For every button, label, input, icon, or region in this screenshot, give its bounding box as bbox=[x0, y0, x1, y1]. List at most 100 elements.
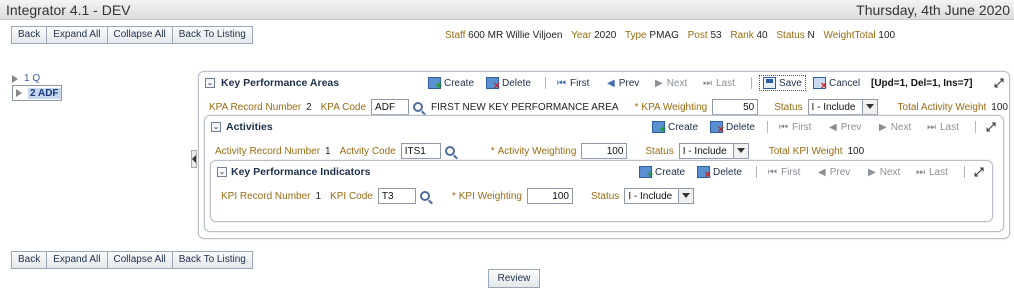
prev-icon: ◀ bbox=[829, 121, 837, 133]
change-counts: [Upd=1, Del=1, Ins=7] bbox=[871, 77, 973, 89]
required-marker: * bbox=[490, 145, 495, 157]
total-activity-weight-label: Total Activity Weight bbox=[897, 101, 987, 113]
search-icon[interactable] bbox=[413, 102, 424, 112]
year-value: 2020 bbox=[594, 30, 617, 41]
activity-field-row: Activity Record Number 1 Actvity Code * … bbox=[215, 143, 864, 159]
activity-last-button[interactable]: ⏭ Last bbox=[927, 120, 959, 134]
splitter-collapse-handle[interactable] bbox=[191, 150, 197, 168]
back-to-listing-button[interactable]: Back To Listing bbox=[172, 26, 253, 44]
kpa-create-button[interactable]: Create bbox=[428, 76, 474, 92]
kpa-code-input[interactable] bbox=[371, 99, 410, 115]
collapse-all-button[interactable]: Collapse All bbox=[107, 26, 173, 44]
kpa-status-select[interactable]: I - Include bbox=[807, 99, 878, 115]
total-kpi-weight-value: 100 bbox=[847, 145, 865, 157]
kpa-delete-button[interactable]: Delete bbox=[486, 76, 531, 92]
back-to-listing-button[interactable]: Back To Listing bbox=[172, 251, 253, 269]
kpa-description: FIRST NEW KEY PERFORMANCE AREA bbox=[431, 101, 619, 113]
kpi-field-row: KPI Record Number 1 KPI Code * KPI Weigh… bbox=[221, 188, 695, 204]
total-kpi-weight-label: Total KPI Weight bbox=[768, 145, 843, 157]
activity-weighting-input[interactable] bbox=[581, 143, 628, 159]
expand-all-button[interactable]: Expand All bbox=[47, 26, 108, 44]
weight-total-value: 100 bbox=[878, 30, 896, 41]
kpa-status-label: Status bbox=[774, 101, 803, 113]
kpa-cancel-button[interactable]: Cancel bbox=[813, 76, 860, 92]
chevron-down-icon[interactable] bbox=[678, 189, 694, 203]
kpa-first-button[interactable]: ⏮ First bbox=[557, 76, 589, 90]
status-value: N bbox=[807, 30, 815, 41]
kpi-record-number-value: 1 bbox=[315, 190, 322, 202]
chevron-down-icon[interactable] bbox=[732, 144, 748, 158]
required-marker: * bbox=[634, 101, 639, 113]
kpi-first-button[interactable]: ⏮ First bbox=[768, 165, 800, 179]
activity-next-button[interactable]: ▶ Next bbox=[879, 120, 911, 134]
review-button[interactable]: Review bbox=[488, 269, 540, 288]
activity-delete-button[interactable]: Delete bbox=[710, 120, 755, 136]
kpi-status-label: Status bbox=[590, 190, 620, 202]
kpa-record-number-value: 2 bbox=[306, 101, 312, 113]
collapse-chevron-icon[interactable]: ⌄ bbox=[205, 78, 215, 88]
kpa-field-row: KPA Record Number 2 KPA Code FIRST NEW K… bbox=[209, 99, 1008, 115]
search-icon[interactable] bbox=[444, 146, 455, 156]
collapse-chevron-icon[interactable]: ⌄ bbox=[217, 167, 227, 177]
maximize-icon[interactable]: ⤢ bbox=[974, 165, 984, 180]
activity-first-button[interactable]: ⏮ First bbox=[779, 120, 811, 134]
activity-prev-button[interactable]: ◀ Prev bbox=[829, 120, 861, 134]
create-icon bbox=[639, 166, 653, 181]
kpi-code-input[interactable] bbox=[377, 188, 416, 204]
first-icon: ⏮ bbox=[768, 166, 777, 178]
first-icon: ⏮ bbox=[557, 77, 566, 89]
activity-status-select[interactable]: I - Include bbox=[678, 143, 749, 159]
expand-all-button[interactable]: Expand All bbox=[47, 251, 108, 269]
bottom-button-bar: Back Expand All Collapse All Back To Lis… bbox=[11, 251, 253, 269]
kpi-panel-title: Key Performance Indicators bbox=[231, 166, 371, 178]
tree-item[interactable]: 1 Q bbox=[12, 72, 62, 85]
last-icon: ⏭ bbox=[927, 121, 936, 133]
tree-item-label[interactable]: 2 ADF bbox=[28, 87, 61, 99]
activity-code-label: Actvity Code bbox=[339, 145, 396, 157]
search-icon[interactable] bbox=[419, 191, 430, 201]
maximize-icon[interactable]: ⤢ bbox=[994, 76, 1004, 91]
kpi-weighting-input[interactable] bbox=[526, 188, 573, 204]
post-label: Post bbox=[687, 30, 708, 41]
chevron-down-icon[interactable] bbox=[861, 100, 877, 114]
toolbar-divider bbox=[545, 77, 546, 89]
back-button[interactable]: Back bbox=[11, 251, 48, 269]
activity-code-input[interactable] bbox=[400, 143, 441, 159]
tree-item-selected[interactable]: 2 ADF bbox=[12, 85, 62, 101]
delete-icon bbox=[697, 166, 711, 181]
collapse-all-button[interactable]: Collapse All bbox=[107, 251, 173, 269]
kpi-delete-button[interactable]: Delete bbox=[697, 165, 742, 181]
kpa-prev-button[interactable]: ◀ Prev bbox=[607, 76, 639, 90]
type-value: PMAG bbox=[649, 30, 679, 41]
tree-item-label[interactable]: 1 Q bbox=[24, 73, 40, 84]
kpa-last-button[interactable]: ⏭ Last bbox=[703, 76, 735, 90]
last-icon: ⏭ bbox=[916, 166, 925, 178]
type-label: Type bbox=[624, 30, 647, 41]
last-icon: ⏭ bbox=[703, 77, 712, 89]
kpa-tree: 1 Q 2 ADF bbox=[12, 72, 62, 101]
kpa-panel-title: Key Performance Areas bbox=[221, 77, 340, 89]
delete-icon bbox=[486, 77, 500, 92]
kpa-save-button[interactable]: Save bbox=[759, 75, 806, 91]
toolbar-divider bbox=[975, 121, 976, 133]
expand-triangle-icon[interactable] bbox=[16, 89, 22, 97]
toolbar-divider bbox=[767, 121, 768, 133]
kpa-weighting-label: KPA Weighting bbox=[641, 101, 708, 113]
expand-triangle-icon[interactable] bbox=[12, 74, 18, 83]
save-icon bbox=[763, 77, 776, 89]
kpi-prev-button[interactable]: ◀ Prev bbox=[818, 165, 850, 179]
kpi-last-button[interactable]: ⏭ Last bbox=[916, 165, 948, 179]
back-button[interactable]: Back bbox=[11, 26, 48, 44]
activity-create-button[interactable]: Create bbox=[652, 120, 698, 136]
collapse-chevron-icon[interactable]: ⌄ bbox=[211, 122, 221, 132]
next-icon: ▶ bbox=[879, 121, 887, 133]
kpa-weighting-input[interactable] bbox=[712, 99, 759, 115]
create-icon bbox=[428, 77, 442, 92]
kpi-create-button[interactable]: Create bbox=[639, 165, 685, 181]
activity-record-number-value: 1 bbox=[325, 145, 331, 157]
top-button-bar: Back Expand All Collapse All Back To Lis… bbox=[11, 26, 253, 44]
kpa-next-button[interactable]: ▶ Next bbox=[655, 76, 687, 90]
kpi-next-button[interactable]: ▶ Next bbox=[868, 165, 900, 179]
maximize-icon[interactable]: ⤢ bbox=[986, 120, 996, 135]
kpi-status-select[interactable]: I - Include bbox=[624, 188, 695, 204]
